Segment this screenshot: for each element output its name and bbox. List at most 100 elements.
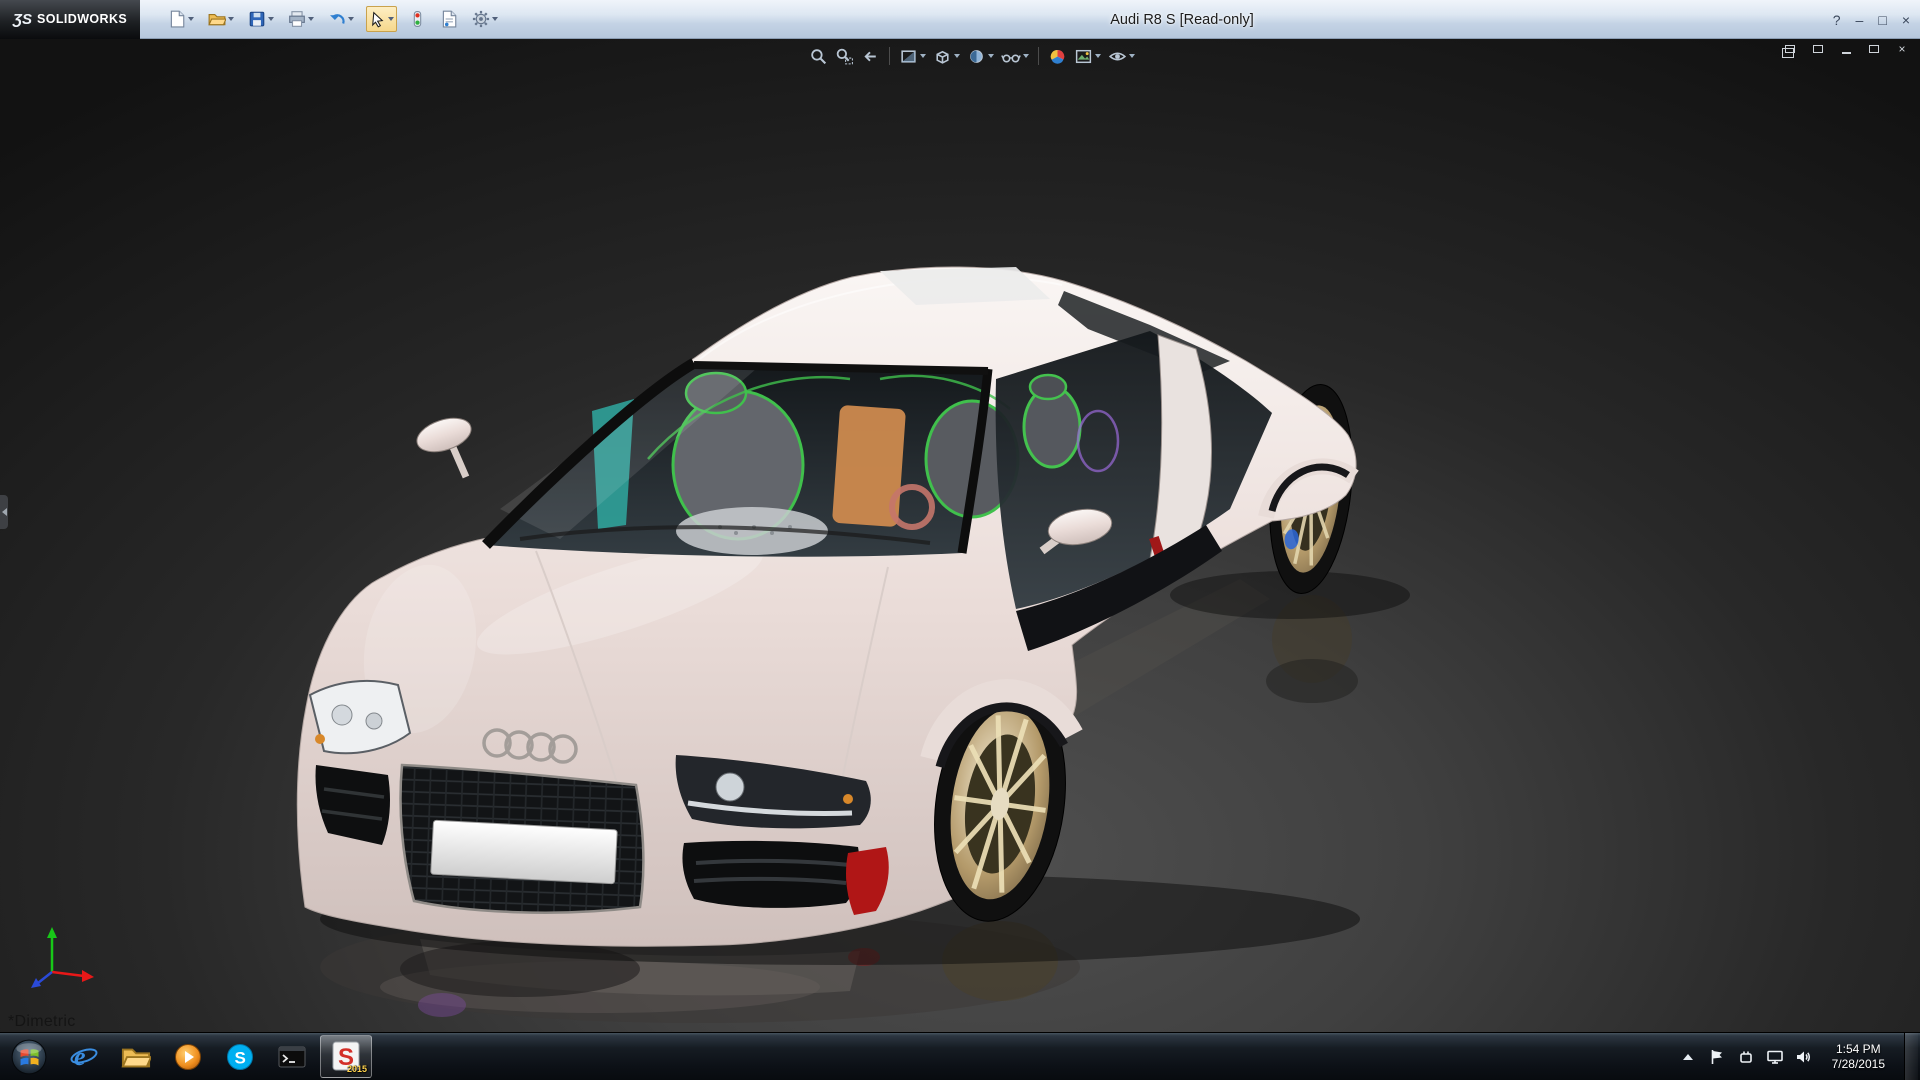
view-orientation-label: *Dimetric [8, 1013, 76, 1031]
select-cursor-icon [369, 11, 386, 28]
zoom-to-fit-icon [809, 47, 828, 66]
rebuild-traffic-light-icon [409, 10, 426, 28]
display-tray-button[interactable] [1766, 1047, 1784, 1067]
titlebar-window-controls: ? – □ × [1833, 0, 1910, 39]
feature-tree-collapse-handle[interactable] [0, 495, 8, 529]
section-view-button[interactable] [898, 46, 927, 67]
model-audi-r8-render[interactable] [0, 39, 1920, 1032]
edit-appearance-ball-icon [1048, 47, 1067, 66]
zoom-to-area-icon [835, 47, 854, 66]
taskbar-skype[interactable]: S [214, 1033, 266, 1080]
minimize-button[interactable]: – [1856, 12, 1864, 28]
device-tray-button[interactable] [1737, 1047, 1755, 1067]
action-center-button[interactable] [1708, 1047, 1726, 1067]
tile-window-button[interactable] [1810, 42, 1826, 56]
print-button[interactable] [286, 6, 316, 32]
svg-text:S: S [235, 1048, 246, 1067]
window-title: Audi R8 S [Read-only] [1110, 0, 1253, 39]
close-button[interactable]: × [1902, 12, 1910, 28]
view-settings-eye-icon [1108, 47, 1127, 66]
apply-scene-button[interactable] [1073, 46, 1102, 67]
solidworks-logo: ƷS SOLIDWORKS [0, 0, 140, 39]
view-orientation-button[interactable] [932, 46, 961, 67]
license-plate-blank [431, 820, 618, 884]
dropdown-caret[interactable] [308, 17, 314, 21]
zoom-to-fit-button[interactable] [808, 46, 829, 67]
dropdown-caret[interactable] [954, 54, 960, 58]
show-hidden-icons-button[interactable] [1679, 1047, 1697, 1067]
flag-icon [1709, 1048, 1725, 1066]
select-button[interactable] [366, 6, 397, 32]
solidworks-window: ƷS SOLIDWORKS [0, 0, 1920, 1080]
file-properties-button[interactable] [438, 6, 460, 32]
new-document-button[interactable] [166, 6, 196, 32]
zoom-to-area-button[interactable] [834, 46, 855, 67]
taskbar-command-prompt[interactable] [266, 1033, 318, 1080]
apply-scene-icon [1074, 47, 1093, 66]
svg-text:e: e [74, 1042, 86, 1071]
options-gear-icon [472, 10, 490, 28]
section-view-icon [899, 47, 918, 66]
view-settings-button[interactable] [1107, 46, 1136, 67]
display-style-button[interactable] [966, 46, 995, 67]
dropdown-caret[interactable] [268, 17, 274, 21]
view-orientation-cube-icon [933, 47, 952, 66]
taskbar-internet-explorer[interactable]: e [58, 1033, 110, 1080]
dassault-logo-icon: ƷS [13, 11, 32, 28]
dropdown-caret[interactable] [1095, 54, 1101, 58]
previous-view-button[interactable] [860, 46, 881, 67]
previous-view-icon [861, 47, 880, 66]
clock-date: 7/28/2015 [1832, 1057, 1885, 1072]
dropdown-caret[interactable] [492, 17, 498, 21]
windshield-and-interior [486, 363, 1018, 557]
left-mirror [413, 412, 476, 458]
open-button[interactable] [206, 6, 236, 32]
close-document-button[interactable]: × [1894, 42, 1910, 56]
undo-button[interactable] [326, 6, 356, 32]
dropdown-caret[interactable] [1129, 54, 1135, 58]
right-intake [682, 841, 859, 908]
speaker-icon [1795, 1049, 1812, 1065]
chevron-up-icon [1682, 1052, 1694, 1062]
toolbar-separator [1038, 47, 1039, 65]
document-window-controls: × [1782, 42, 1910, 56]
heads-up-view-toolbar [808, 42, 1136, 70]
show-desktop-button[interactable] [1904, 1033, 1918, 1080]
dropdown-caret[interactable] [348, 17, 354, 21]
open-folder-icon [208, 10, 226, 28]
system-tray: 1:54 PM 7/28/2015 [1679, 1033, 1920, 1080]
taskbar-windows-explorer[interactable] [110, 1033, 162, 1080]
left-headlight [310, 681, 410, 753]
toolbar-separator [889, 47, 890, 65]
window-menu-button[interactable] [1782, 42, 1798, 56]
edit-appearance-button[interactable] [1047, 46, 1068, 67]
dropdown-caret[interactable] [988, 54, 994, 58]
taskbar-solidworks[interactable]: S 2015 [320, 1035, 372, 1078]
command-prompt-icon [277, 1042, 307, 1072]
dropdown-caret[interactable] [228, 17, 234, 21]
display-icon [1766, 1049, 1784, 1065]
restore-document-button[interactable] [1866, 42, 1882, 56]
graphics-viewport[interactable]: × *Dimetric [0, 39, 1920, 1032]
start-button[interactable] [0, 1033, 58, 1080]
save-button[interactable] [246, 6, 276, 32]
rebuild-button[interactable] [407, 6, 428, 32]
brand-text: SOLIDWORKS [37, 12, 127, 26]
display-style-icon [967, 47, 986, 66]
file-properties-icon [440, 10, 458, 28]
help-button[interactable]: ? [1833, 12, 1841, 28]
dropdown-caret[interactable] [388, 17, 394, 21]
options-button[interactable] [470, 6, 500, 32]
volume-tray-button[interactable] [1795, 1047, 1813, 1067]
new-document-icon [168, 10, 186, 28]
media-player-icon [173, 1042, 203, 1072]
taskbar-clock[interactable]: 1:54 PM 7/28/2015 [1824, 1042, 1893, 1072]
hide-show-items-button[interactable] [1000, 46, 1030, 67]
restore-button[interactable]: □ [1878, 12, 1886, 28]
dropdown-caret[interactable] [920, 54, 926, 58]
dropdown-caret[interactable] [1023, 54, 1029, 58]
dropdown-caret[interactable] [188, 17, 194, 21]
print-icon [288, 10, 306, 28]
minimize-document-button[interactable] [1838, 42, 1854, 56]
taskbar-media-player[interactable] [162, 1033, 214, 1080]
